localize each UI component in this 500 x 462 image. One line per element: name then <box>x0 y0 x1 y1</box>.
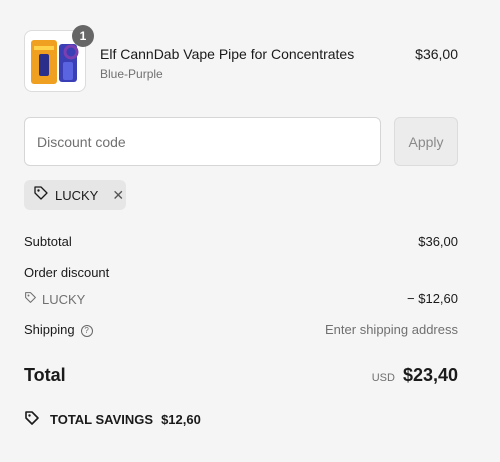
discount-value: − $12,60 <box>407 291 458 306</box>
discount-code: LUCKY <box>24 291 458 307</box>
line-item: 1 Elf CannDab Vape Pipe for Concentrates… <box>24 25 458 92</box>
applied-code-label: LUCKY <box>55 187 99 203</box>
shipping-label: Shipping <box>24 322 75 337</box>
savings-amount: $12,60 <box>161 412 201 427</box>
total-savings: TOTAL SAVINGS $12,60 <box>24 410 201 429</box>
tag-icon <box>24 410 42 429</box>
product-title: Elf CannDab Vape Pipe for Concentrates <box>100 46 355 62</box>
total-label: Total <box>24 365 66 385</box>
tag-icon <box>33 185 49 206</box>
applied-discount-chip: LUCKY ✕ <box>24 180 126 210</box>
order-discount-label: Order discount <box>24 265 110 280</box>
shipping-row: Shipping? Enter shipping address <box>24 322 458 337</box>
subtotal-value: $36,00 <box>418 234 458 249</box>
info-icon[interactable]: ? <box>80 324 93 337</box>
discount-code-label: LUCKY <box>42 291 86 307</box>
total-value: USD $23,40 <box>372 365 458 386</box>
shipping-value: Enter shipping address <box>325 322 458 337</box>
subtotal-row: Subtotal $36,00 <box>24 234 458 249</box>
tag-icon <box>24 291 37 307</box>
subtotal-label: Subtotal <box>24 234 72 249</box>
product-variant: Blue-Purple <box>100 67 163 81</box>
order-discount-row: Order discount <box>24 265 458 280</box>
discount-code-input[interactable] <box>24 117 381 166</box>
quantity-badge: 1 <box>72 25 94 47</box>
apply-button[interactable]: Apply <box>394 117 458 166</box>
close-icon[interactable]: ✕ <box>112 187 124 204</box>
discount-code-row: LUCKY − $12,60 <box>24 291 458 307</box>
product-price: $36,00 <box>415 46 458 62</box>
total-amount: $23,40 <box>402 365 458 385</box>
currency-code: USD <box>371 372 395 384</box>
savings-label: TOTAL SAVINGS <box>50 412 154 427</box>
product-thumbnail: 1 <box>24 25 94 92</box>
